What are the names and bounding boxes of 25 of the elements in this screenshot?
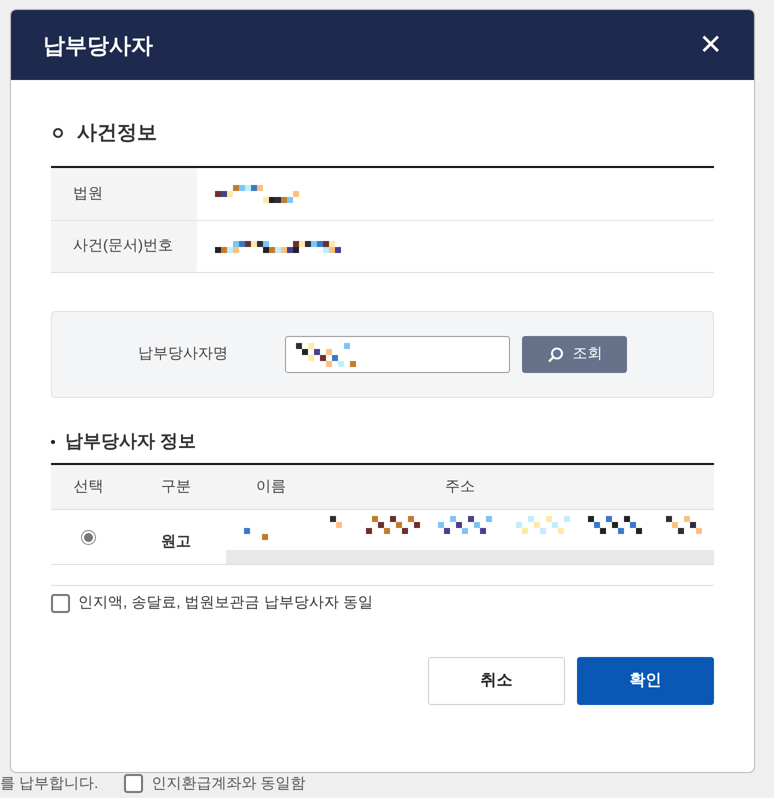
column-header: 주소	[444, 476, 476, 497]
bullet-icon	[53, 128, 63, 138]
radio-button[interactable]	[81, 530, 96, 544]
field-label: 법원	[51, 168, 197, 220]
section-heading: 사건정보	[77, 121, 157, 146]
input-field[interactable]	[285, 336, 510, 373]
column-header: 이름	[255, 476, 287, 497]
checkbox[interactable]	[124, 774, 144, 794]
dialog-title: 납부당사자	[43, 32, 153, 60]
field-label: 납부당사자명	[138, 344, 229, 364]
table-cell-text: 원고	[160, 532, 192, 552]
confirm-button[interactable]: 확인	[577, 656, 714, 704]
bullet-icon	[51, 440, 55, 444]
field-label: 사건(문서)번호	[51, 221, 197, 272]
checkbox-label: 인지액, 송달료, 법원보관금 납부당사자 동일	[78, 593, 374, 613]
close-button[interactable]: ✕	[699, 31, 722, 59]
search-icon	[546, 346, 564, 364]
checkbox[interactable]	[51, 594, 70, 613]
search-button[interactable]: 조회	[522, 336, 627, 373]
column-header: 선택	[72, 476, 104, 497]
cancel-button[interactable]: 취소	[428, 656, 565, 704]
section-heading: 납부당사자 정보	[65, 430, 196, 453]
page-text: 를 납부합니다.	[0, 774, 98, 794]
checkbox-label: 인지환급계좌와 동일함	[151, 774, 306, 794]
column-header: 구분	[160, 476, 192, 497]
